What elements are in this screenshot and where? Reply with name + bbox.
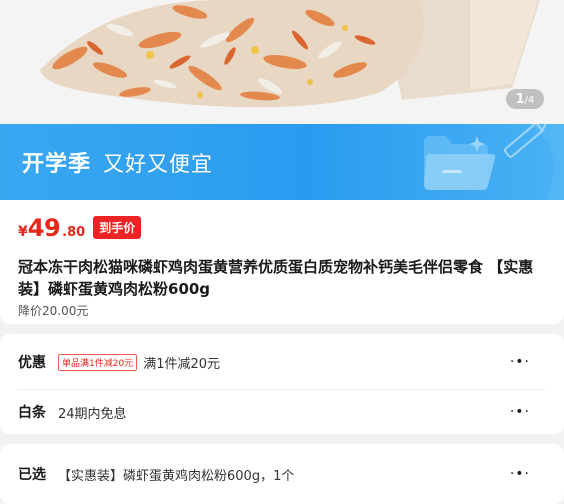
- selected-text: 【实惠装】磷虾蛋黄鸡肉松粉600g，1个: [58, 468, 295, 484]
- product-title: 冠本冻干肉松猫咪磷虾鸡肉蛋黄营养优质蛋白质宠物补钙美毛伴侣零食 【实惠装】磷虾蛋…: [18, 258, 534, 298]
- coupon-tag: 单品满1件减20元: [58, 353, 138, 371]
- offer-label: 优惠: [18, 355, 46, 371]
- installment-text: 24期内免息: [58, 406, 127, 422]
- price-drop-text: 降价20.00元: [18, 304, 89, 318]
- price-decimal: .80: [62, 225, 86, 240]
- image-counter-total: /4: [524, 95, 535, 106]
- price-currency: ¥: [18, 224, 28, 240]
- selected-label: 已选: [18, 467, 46, 483]
- promo-sub-text: 又好又便宜: [103, 152, 214, 176]
- selected-row[interactable]: 已选 【实惠装】磷虾蛋黄鸡肉松粉600g，1个 ·•·: [18, 464, 548, 484]
- more-dots-icon[interactable]: ·•·: [510, 354, 530, 370]
- price-card: ¥ 49 .80 到手价 冠本冻干肉松猫咪磷虾鸡肉蛋黄营养优质蛋白质宠物补钙美毛…: [0, 200, 564, 324]
- product-photo: [0, 0, 564, 124]
- promo-banner[interactable]: 开学季 又好又便宜: [0, 124, 564, 200]
- installment-row[interactable]: 白条 24期内免息 ·•·: [18, 402, 548, 422]
- more-dots-icon[interactable]: ·•·: [510, 466, 530, 482]
- selected-spec-card[interactable]: 已选 【实惠装】磷虾蛋黄鸡肉松粉600g，1个 ·•·: [0, 444, 564, 504]
- installment-label: 白条: [18, 405, 46, 421]
- final-price-badge: 到手价: [93, 216, 142, 239]
- price-integer: 49: [27, 214, 61, 242]
- divider: [18, 389, 546, 390]
- product-image[interactable]: 1/4: [0, 0, 564, 124]
- offer-row[interactable]: 优惠 单品满1件减20元 满1件减20元 ·•·: [18, 352, 548, 372]
- folder-pencil-icon: [424, 124, 564, 200]
- offer-text: 满1件减20元: [143, 356, 221, 372]
- image-counter-current: 1: [515, 92, 525, 107]
- more-dots-icon[interactable]: ·•·: [510, 404, 530, 420]
- image-counter: 1/4: [506, 89, 544, 109]
- promo-main-text: 开学季: [22, 152, 92, 177]
- offer-card: 优惠 单品满1件减20元 满1件减20元 ·•· 白条 24期内免息 ·•·: [0, 334, 564, 434]
- promo-text: 开学季 又好又便宜: [22, 146, 213, 178]
- price-row: ¥ 49 .80 到手价: [18, 214, 142, 243]
